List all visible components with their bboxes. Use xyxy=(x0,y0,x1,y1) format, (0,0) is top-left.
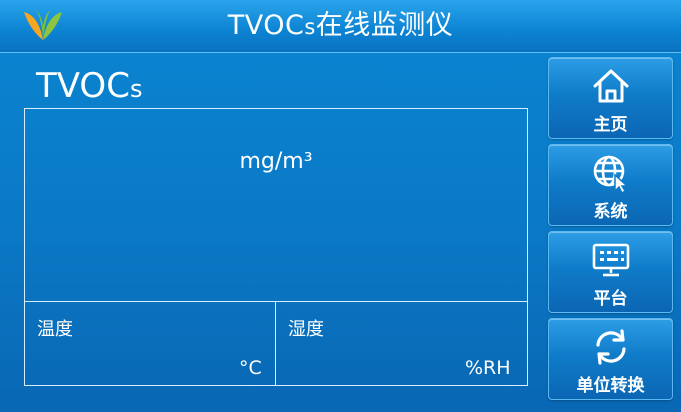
home-icon xyxy=(593,69,629,103)
app-title: TVOCs在线监测仪 xyxy=(0,9,681,44)
humidity-unit: %RH xyxy=(465,357,511,379)
home-button-label: 主页 xyxy=(593,115,628,135)
humidity-label: 湿度 xyxy=(288,319,324,340)
platform-button-label: 平台 xyxy=(593,289,628,309)
app-title-sub: s xyxy=(304,15,316,39)
gas-name-main: TVOC xyxy=(36,66,130,106)
home-button[interactable]: 主页 xyxy=(548,57,673,139)
screen: TVOCs在线监测仪 TVOCs mg/m³ 温度 °C 湿度 %RH 主页 系… xyxy=(0,0,681,412)
system-button-label: 系统 xyxy=(593,202,628,222)
unit-switch-button[interactable]: 单位转换 xyxy=(548,318,673,400)
concentration-unit: mg/m³ xyxy=(239,149,313,174)
unit-switch-button-label: 单位转换 xyxy=(576,376,645,396)
platform-button[interactable]: 平台 xyxy=(548,231,673,313)
app-title-main: TVOC xyxy=(227,10,305,41)
refresh-icon xyxy=(596,329,626,365)
gas-name-sub: s xyxy=(129,75,143,103)
gas-name: TVOCs xyxy=(36,66,142,109)
temperature-unit: °C xyxy=(239,357,262,379)
temperature-label: 温度 xyxy=(37,319,73,340)
reading-panel: mg/m³ 温度 °C 湿度 %RH xyxy=(24,108,528,386)
panel-divider-vertical xyxy=(275,301,276,385)
monitor-icon xyxy=(592,243,630,277)
title-bar: TVOCs在线监测仪 xyxy=(0,0,681,53)
system-button[interactable]: 系统 xyxy=(548,144,673,226)
app-title-rest: 在线监测仪 xyxy=(315,10,454,41)
panel-divider-horizontal xyxy=(25,301,527,302)
globe-cursor-icon xyxy=(593,155,629,193)
